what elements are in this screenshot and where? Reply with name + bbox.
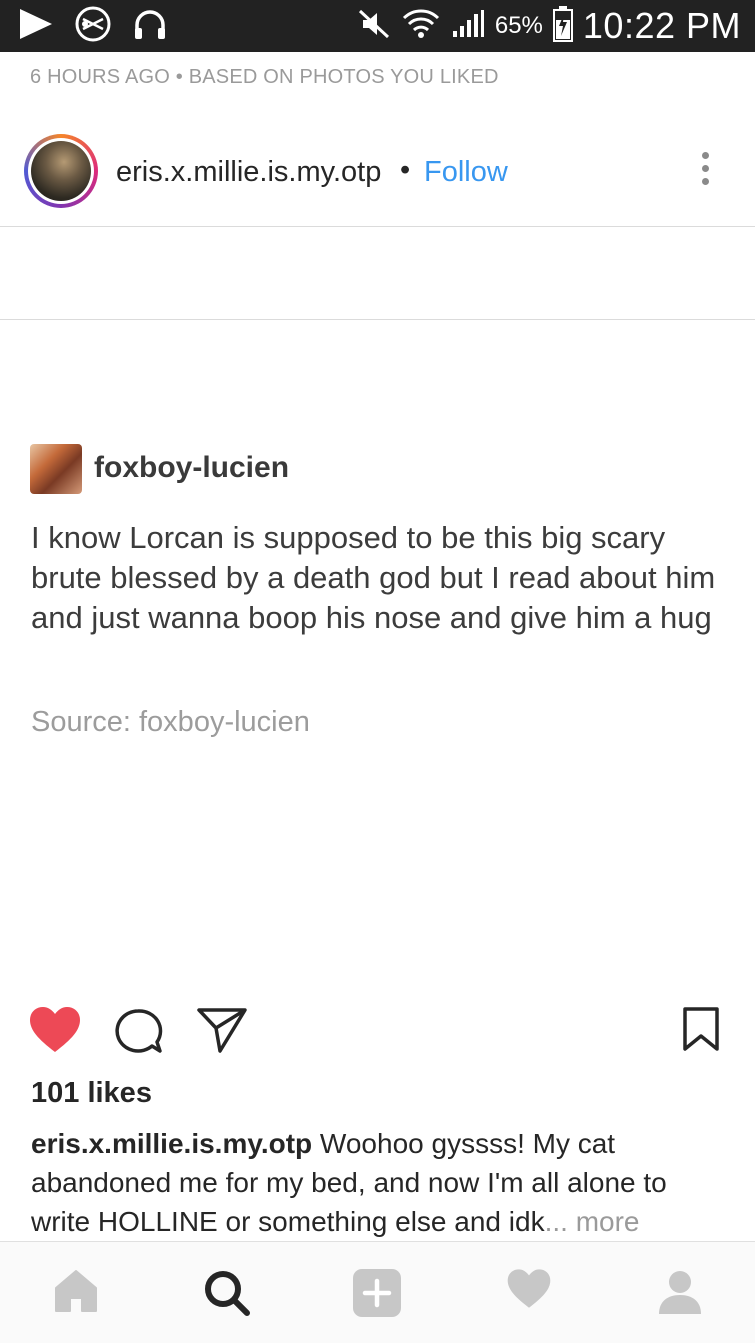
bottom-navigation	[0, 1241, 755, 1343]
tumblr-post-text: I know Lorcan is supposed to be this big…	[31, 520, 716, 635]
wifi-icon	[401, 6, 441, 47]
headphones-icon	[132, 7, 168, 46]
avatar-image	[31, 141, 91, 201]
suggestion-context: 6 HOURS AGO • BASED ON PHOTOS YOU LIKED	[30, 66, 499, 88]
caption-username[interactable]: eris.x.millie.is.my.otp	[31, 1128, 312, 1159]
bookmark-icon[interactable]	[682, 1006, 720, 1057]
more-options-icon[interactable]	[696, 152, 714, 192]
post-header: eris.x.millie.is.my.otp • Follow	[0, 122, 755, 226]
play-icon	[18, 7, 54, 46]
comment-icon[interactable]	[114, 1008, 164, 1059]
add-icon[interactable]	[352, 1268, 402, 1318]
activity-heart-icon[interactable]	[506, 1268, 556, 1318]
search-icon[interactable]	[202, 1268, 252, 1318]
caption: eris.x.millie.is.my.otp Woohoo gyssss! M…	[31, 1124, 731, 1241]
heart-filled-icon[interactable]	[28, 1006, 82, 1059]
caption-more-link[interactable]: ... more	[545, 1206, 640, 1237]
likes-count[interactable]: 101 likes	[31, 1077, 152, 1110]
post-username[interactable]: eris.x.millie.is.my.otp	[116, 156, 381, 189]
scissors-badge-icon	[74, 5, 112, 48]
divider	[0, 319, 755, 320]
battery-percent: 65%	[494, 12, 543, 39]
profile-icon[interactable]	[656, 1268, 706, 1318]
tumblr-username: foxboy-lucien	[94, 451, 290, 484]
divider	[0, 226, 755, 227]
follow-button[interactable]: Follow	[424, 156, 508, 189]
mute-icon	[357, 8, 391, 45]
avatar[interactable]	[24, 134, 98, 208]
status-bar: 65% 10:22 PM	[0, 0, 755, 52]
signal-icon	[451, 9, 485, 44]
battery-icon	[552, 5, 573, 47]
tumblr-source: Source: foxboy-lucien	[31, 706, 310, 738]
action-bar	[0, 1000, 755, 1060]
clock: 10:22 PM	[582, 5, 741, 46]
share-icon[interactable]	[196, 1006, 248, 1059]
separator-dot: •	[400, 154, 411, 186]
home-icon[interactable]	[52, 1268, 102, 1318]
tumblr-avatar	[30, 444, 82, 494]
